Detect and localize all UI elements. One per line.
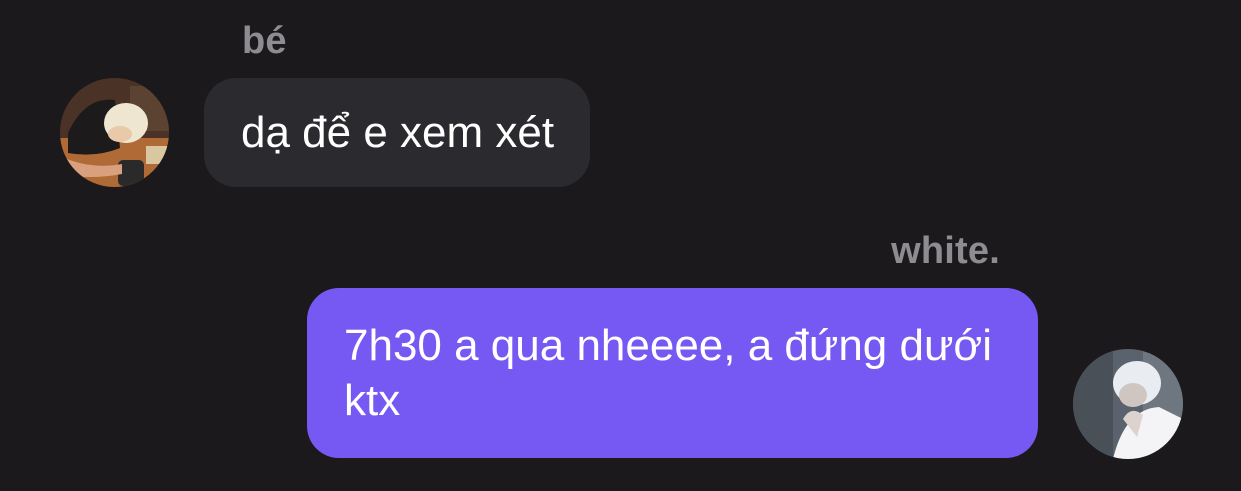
message-text-received: dạ để e xem xét [241,108,555,157]
message-text-sent: 7h30 a qua nheeee, a đứng dưới ktx [344,321,993,425]
avatar-sent[interactable] [1073,349,1183,459]
message-bubble-sent[interactable]: 7h30 a qua nheeee, a đứng dưới ktx [307,288,1038,458]
avatar-received[interactable] [60,78,169,187]
sender-name-received: bé [242,20,287,62]
profile-photo-icon [60,78,169,187]
message-bubble-received[interactable]: dạ để e xem xét [204,78,591,187]
sender-name-sent: white. [891,230,1000,272]
profile-photo-icon [1073,349,1183,459]
